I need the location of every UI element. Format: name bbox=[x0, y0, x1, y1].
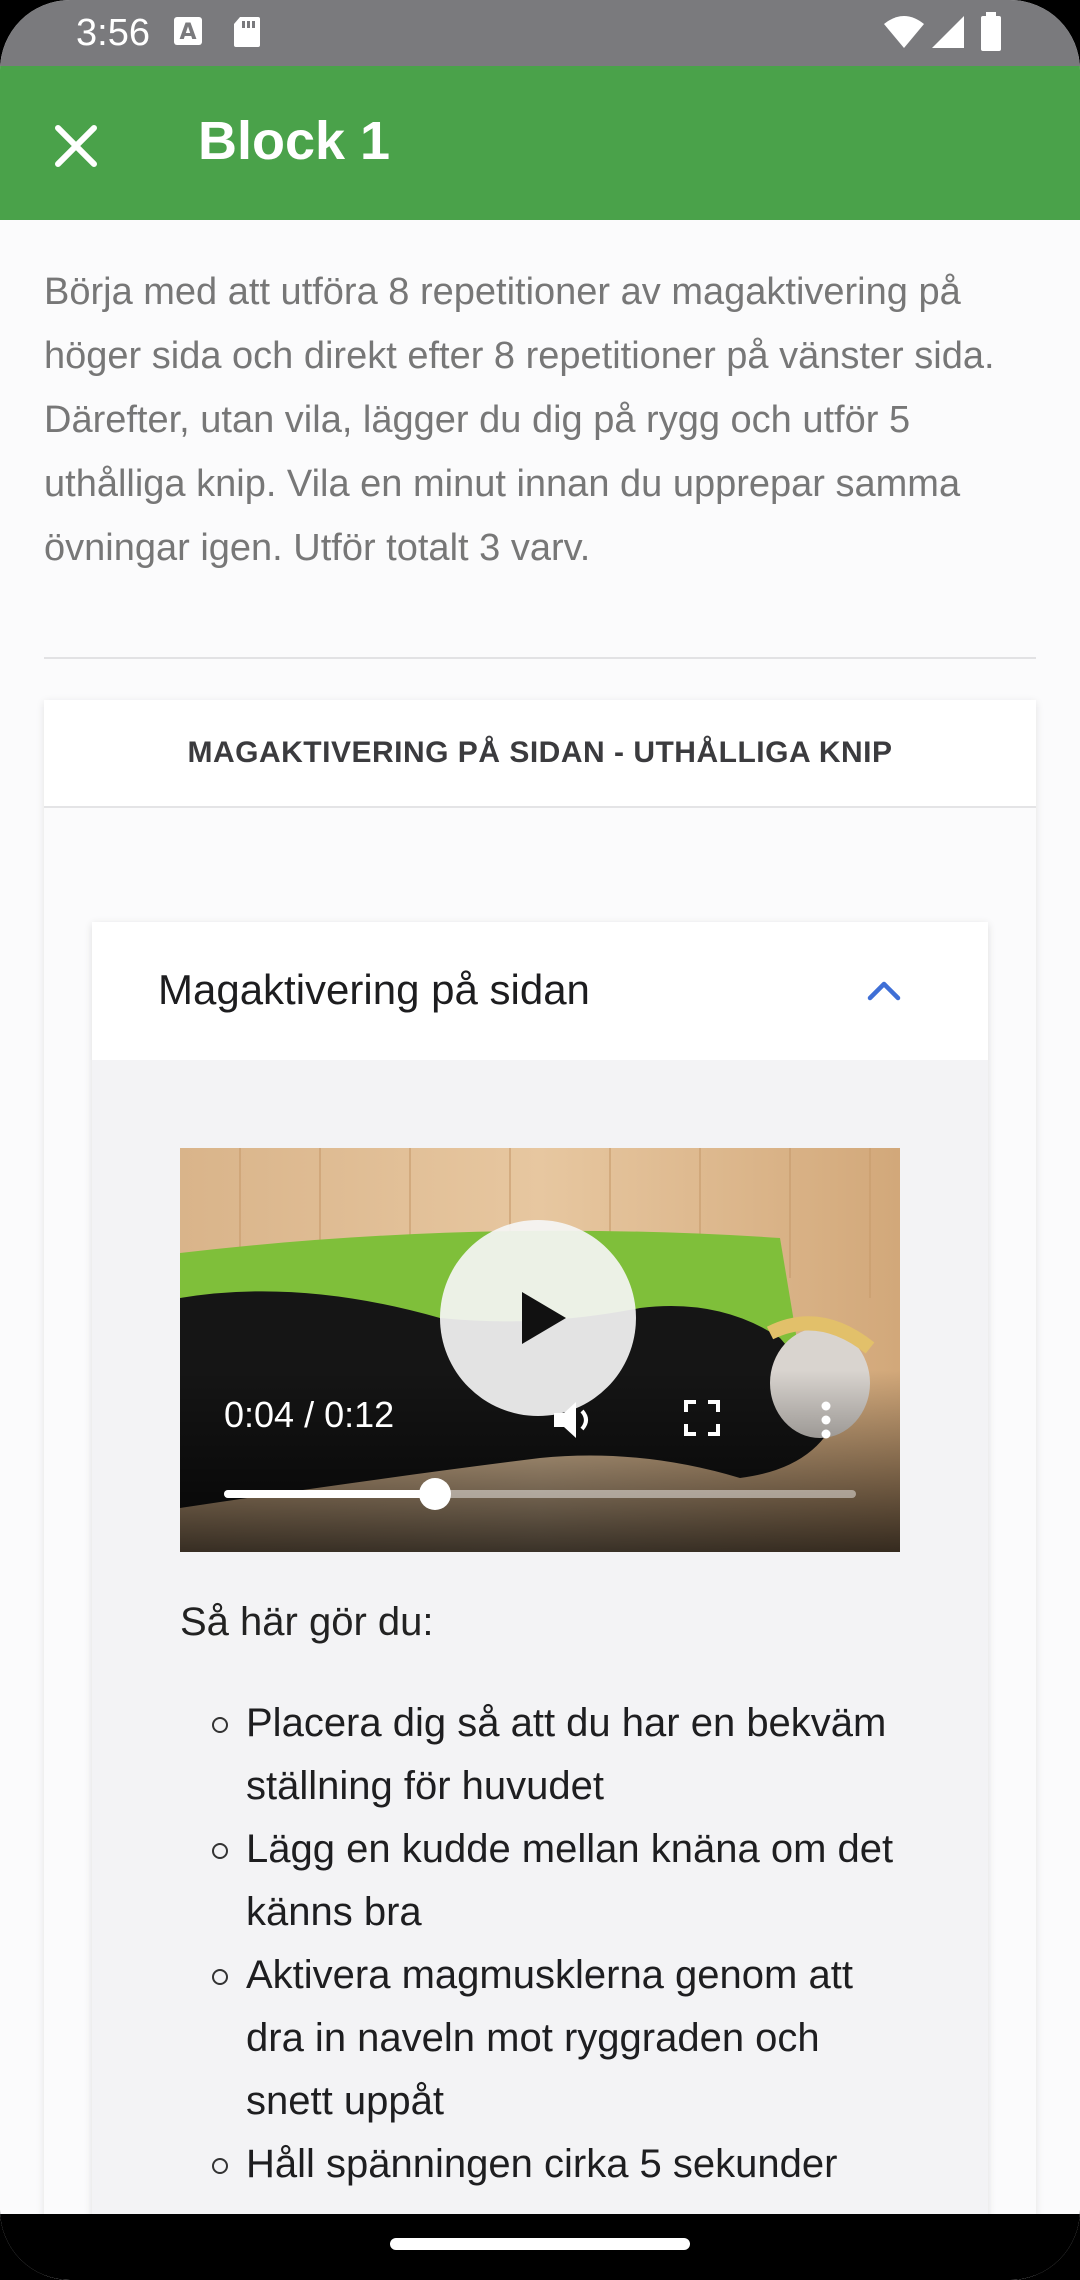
status-bar: 3:56 A bbox=[0, 0, 1080, 66]
exercise-header[interactable]: Magaktivering på sidan bbox=[92, 922, 988, 1060]
step-list: Placera dig så att du har en bekväm stäl… bbox=[212, 1692, 912, 2196]
video-progress-bar[interactable] bbox=[224, 1478, 856, 1510]
video-progress-knob[interactable] bbox=[418, 1478, 451, 1510]
video-player[interactable]: 0:04 / 0:12 bbox=[180, 1148, 900, 1552]
volume-icon[interactable] bbox=[550, 1398, 598, 1442]
intro-text: Börja med att utföra 8 repetitioner av m… bbox=[44, 271, 995, 569]
app-bar: Block 1 bbox=[0, 66, 1080, 220]
status-time: 3:56 bbox=[76, 12, 150, 54]
screen: 3:56 A Block 1 Börja med att utföra 8 re… bbox=[0, 0, 1080, 2280]
more-options-icon[interactable] bbox=[816, 1398, 836, 1442]
cellular-signal-icon bbox=[932, 16, 964, 48]
exercise-title: Magaktivering på sidan bbox=[158, 966, 590, 1013]
list-item: Placera dig så att du har en bekväm stäl… bbox=[212, 1692, 912, 1818]
play-icon bbox=[522, 1292, 566, 1344]
svg-text:A: A bbox=[179, 20, 196, 45]
video-time: 0:04 / 0:12 bbox=[224, 1394, 395, 1435]
list-item: Aktivera magmusklerna genom att dra in n… bbox=[212, 1944, 912, 2133]
sd-card-icon bbox=[234, 17, 260, 47]
list-item: Lägg en kudde mellan knäna om det känns … bbox=[212, 1818, 912, 1944]
fullscreen-icon[interactable] bbox=[682, 1398, 722, 1438]
how-to-label: Så här gör du: bbox=[180, 1600, 434, 1644]
play-button[interactable] bbox=[440, 1220, 636, 1416]
home-handle[interactable] bbox=[390, 2238, 690, 2250]
battery-icon bbox=[981, 12, 1001, 51]
close-icon bbox=[55, 125, 97, 167]
section-title: MAGAKTIVERING PÅ SIDAN - UTHÅLLIGA KNIP bbox=[44, 700, 1036, 808]
list-item: Håll spänningen cirka 5 sekunder bbox=[212, 2133, 912, 2196]
wifi-icon bbox=[884, 16, 924, 48]
navigation-bar bbox=[0, 2214, 1080, 2280]
close-button[interactable] bbox=[36, 106, 116, 186]
video-progress-fill bbox=[224, 1490, 435, 1498]
page-title: Block 1 bbox=[198, 111, 391, 171]
chevron-up-icon[interactable] bbox=[864, 970, 904, 1010]
divider bbox=[44, 657, 1036, 659]
text-a-icon: A bbox=[174, 17, 202, 45]
